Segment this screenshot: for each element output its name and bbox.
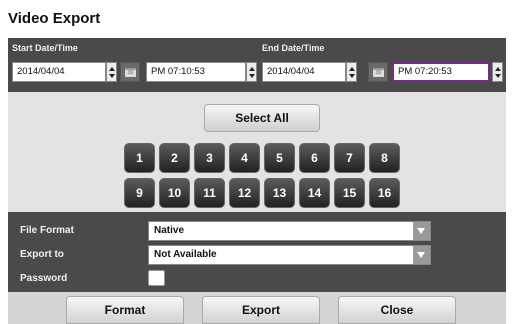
- start-date-field[interactable]: 2014/04/04: [12, 62, 106, 82]
- spin-down-icon: [249, 74, 255, 78]
- channel-button-8[interactable]: 8: [369, 143, 400, 173]
- dialog-title: Video Export: [8, 10, 101, 27]
- channel-button-6[interactable]: 6: [299, 143, 330, 173]
- start-datetime-label: Start Date/Time: [12, 43, 78, 53]
- video-export-dialog: Video Export Start Date/Time End Date/Ti…: [0, 0, 512, 324]
- date-time-panel: Start Date/Time End Date/Time 2014/04/04…: [8, 38, 506, 92]
- spin-up-icon: [495, 67, 501, 71]
- channel-panel: Select All 1 2 3 4 5 6 7 8 9 10 11 12 13 14 15 16: [8, 92, 506, 212]
- export-to-value: Not Available: [154, 249, 217, 260]
- channel-button-12[interactable]: 12: [229, 178, 260, 208]
- end-time-spinner[interactable]: [492, 62, 503, 82]
- button-bar: Format Export Close: [8, 292, 506, 324]
- export-to-label: Export to: [20, 249, 64, 260]
- dropdown-arrow-icon: [413, 246, 430, 264]
- channel-button-15[interactable]: 15: [334, 178, 365, 208]
- start-time-spinner[interactable]: [246, 62, 257, 82]
- channel-button-3[interactable]: 3: [194, 143, 225, 173]
- channel-button-7[interactable]: 7: [334, 143, 365, 173]
- spin-up-icon: [349, 67, 355, 71]
- calendar-icon: 30: [373, 68, 384, 77]
- format-button[interactable]: Format: [66, 296, 184, 324]
- spin-down-icon: [349, 74, 355, 78]
- end-datetime-label: End Date/Time: [262, 43, 325, 53]
- end-date-field[interactable]: 2014/04/04: [262, 62, 346, 82]
- channel-button-11[interactable]: 11: [194, 178, 225, 208]
- spin-up-icon: [249, 67, 255, 71]
- end-date-spinner[interactable]: [346, 62, 357, 82]
- file-format-label: File Format: [20, 225, 74, 236]
- end-calendar-button[interactable]: 30: [368, 62, 388, 82]
- channel-button-13[interactable]: 13: [264, 178, 295, 208]
- channel-button-14[interactable]: 14: [299, 178, 330, 208]
- start-time-field[interactable]: PM 07:10:53: [146, 62, 246, 82]
- channel-button-4[interactable]: 4: [229, 143, 260, 173]
- spin-down-icon: [495, 74, 501, 78]
- start-date-spinner[interactable]: [106, 62, 117, 82]
- spin-up-icon: [109, 67, 115, 71]
- close-button[interactable]: Close: [338, 296, 456, 324]
- channel-button-16[interactable]: 16: [369, 178, 400, 208]
- export-button[interactable]: Export: [202, 296, 320, 324]
- spin-down-icon: [109, 74, 115, 78]
- channel-button-5[interactable]: 5: [264, 143, 295, 173]
- file-format-select[interactable]: Native: [148, 221, 431, 241]
- file-format-value: Native: [154, 225, 185, 236]
- export-options-panel: File Format Native Export to Not Availab…: [8, 212, 506, 292]
- channel-button-2[interactable]: 2: [159, 143, 190, 173]
- start-calendar-button[interactable]: 30: [120, 62, 140, 82]
- password-label: Password: [20, 273, 68, 284]
- end-time-field[interactable]: PM 07:20:53: [392, 62, 490, 82]
- export-to-select[interactable]: Not Available: [148, 245, 431, 265]
- password-checkbox[interactable]: [148, 270, 165, 286]
- channel-button-9[interactable]: 9: [124, 178, 155, 208]
- channel-button-1[interactable]: 1: [124, 143, 155, 173]
- calendar-icon: 30: [125, 68, 136, 77]
- dropdown-arrow-icon: [413, 222, 430, 240]
- channel-button-10[interactable]: 10: [159, 178, 190, 208]
- select-all-button[interactable]: Select All: [204, 104, 320, 132]
